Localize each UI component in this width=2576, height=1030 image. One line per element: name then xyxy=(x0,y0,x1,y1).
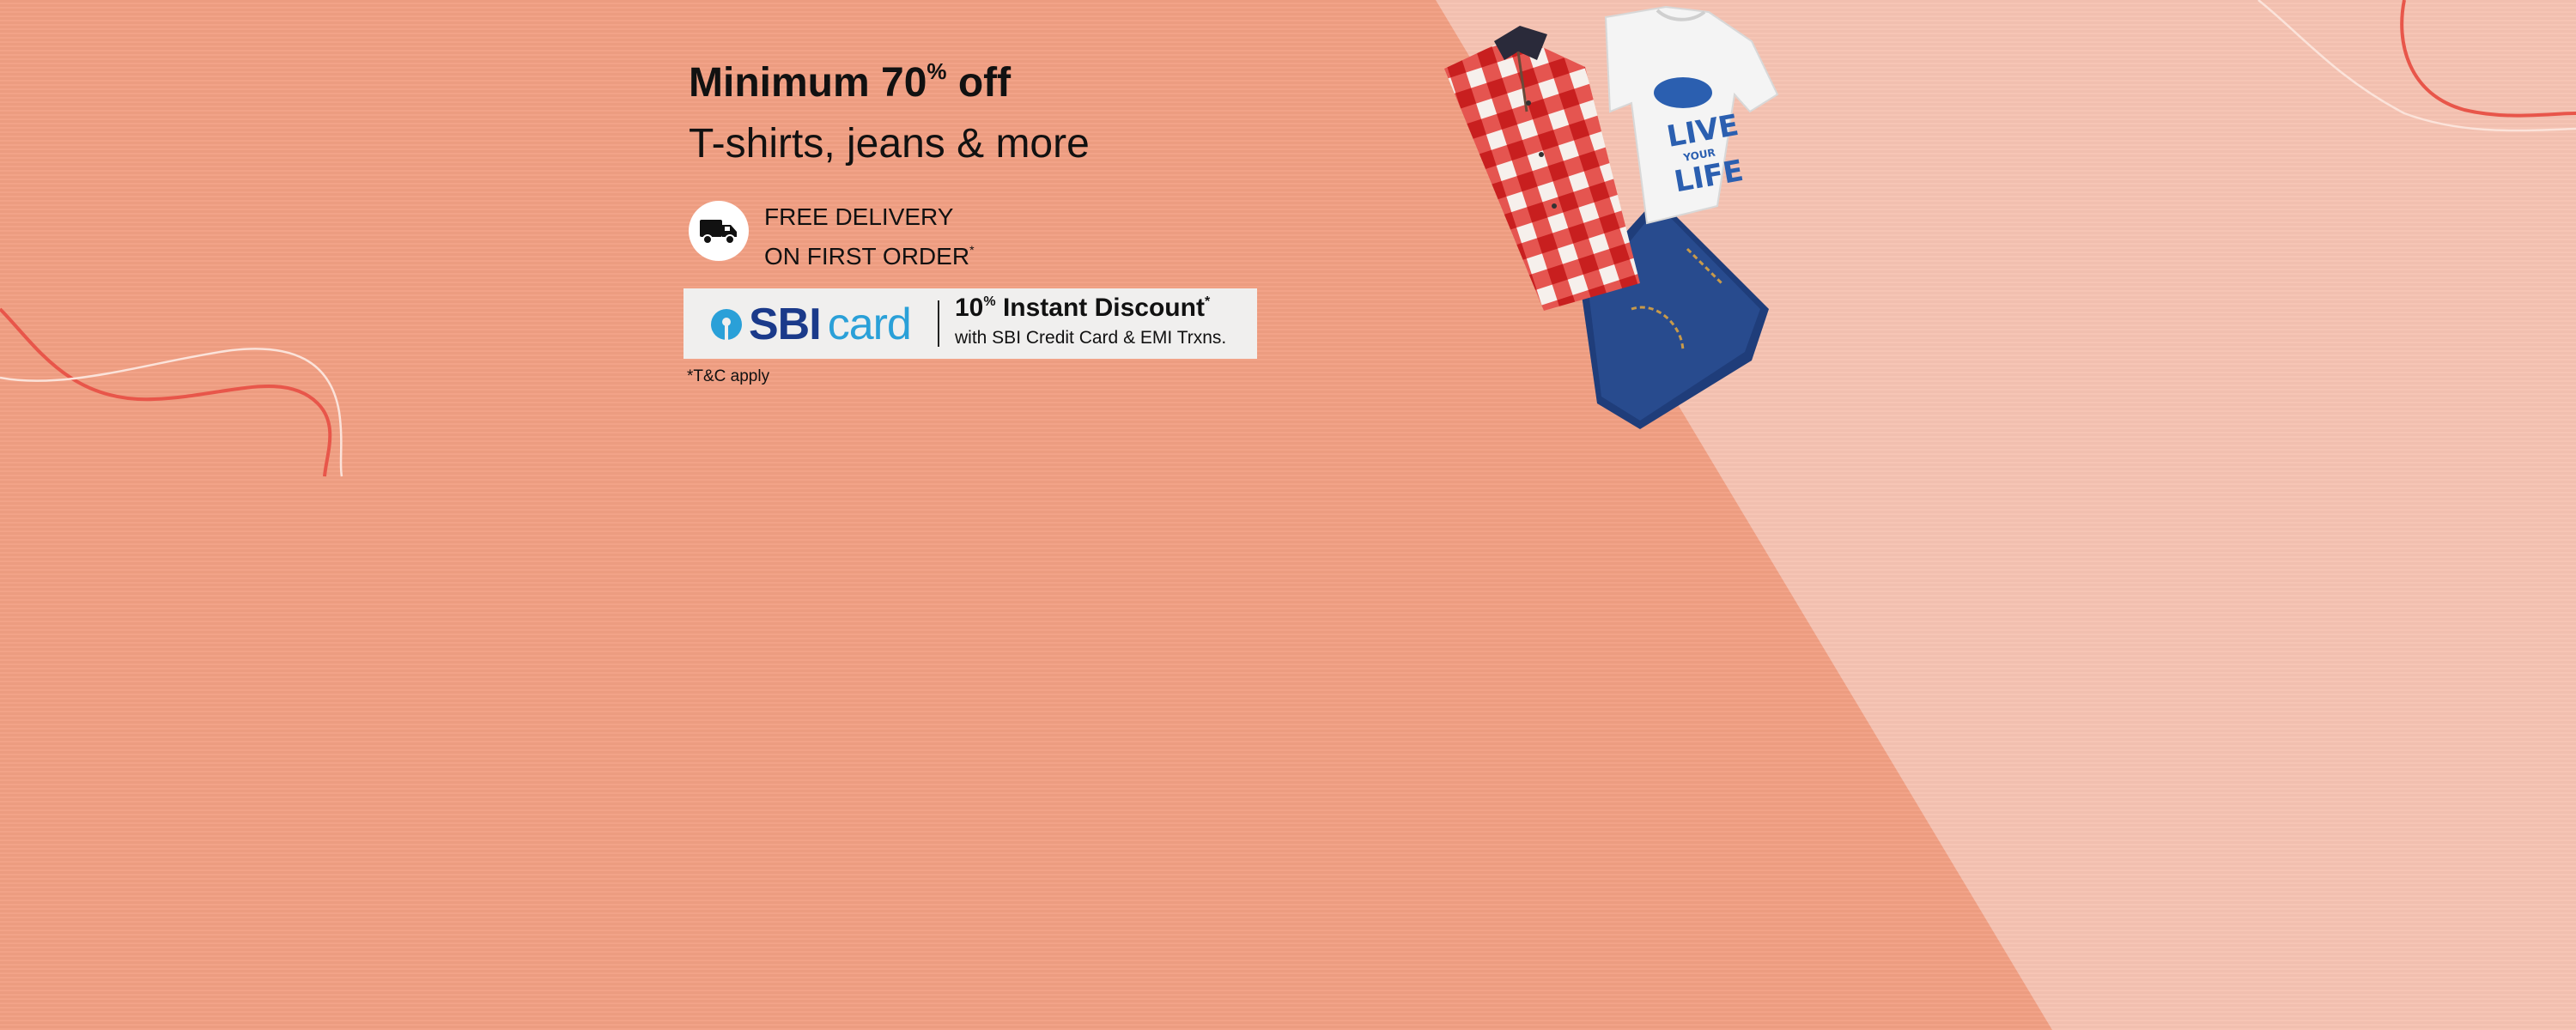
sbi-note: with SBI Credit Card & EMI Trxns. xyxy=(955,328,1227,348)
delivery-line-2: ON FIRST ORDER* xyxy=(764,243,975,270)
delivery-line-1: FREE DELIVERY xyxy=(764,203,954,230)
sbi-discount-percent: % xyxy=(983,294,996,309)
terms-apply: *T&C apply xyxy=(687,367,770,385)
clothes-image: LIVE YOUR LIFE xyxy=(1444,5,1779,429)
sbi-brand-text: SBI xyxy=(749,300,822,349)
sbi-offer-box: SBI card 10% Instant Discount* with SBI … xyxy=(683,288,1257,359)
delivery-truck-icon xyxy=(689,201,749,261)
headline: Minimum 70% off xyxy=(689,58,1011,106)
promo-banner[interactable]: Minimum 70% off T-shirts, jeans & more F… xyxy=(0,0,2576,1030)
delivery-asterisk: * xyxy=(969,243,975,257)
sbi-discount: 10% Instant Discount* xyxy=(955,294,1211,322)
sbi-discount-asterisk: * xyxy=(1204,294,1211,309)
headline-suffix: off xyxy=(946,60,1012,106)
delivery-text: FREE DELIVERY ON FIRST ORDER* xyxy=(764,201,975,273)
subhead: T-shirts, jeans & more xyxy=(689,121,1090,167)
headline-prefix: Minimum 70 xyxy=(689,60,927,106)
tshirt-image: LIVE YOUR LIFE xyxy=(1604,5,1779,225)
sbi-divider xyxy=(938,300,939,347)
sbi-keyhole-icon xyxy=(711,309,742,340)
banner-background-dark xyxy=(0,0,2052,1030)
right-red-curve xyxy=(2400,0,2576,118)
headline-percent: % xyxy=(927,58,947,84)
right-white-curve xyxy=(2257,0,2576,132)
sbi-card-logo: SBI card xyxy=(709,300,912,349)
sbi-card-text: card xyxy=(827,300,912,349)
